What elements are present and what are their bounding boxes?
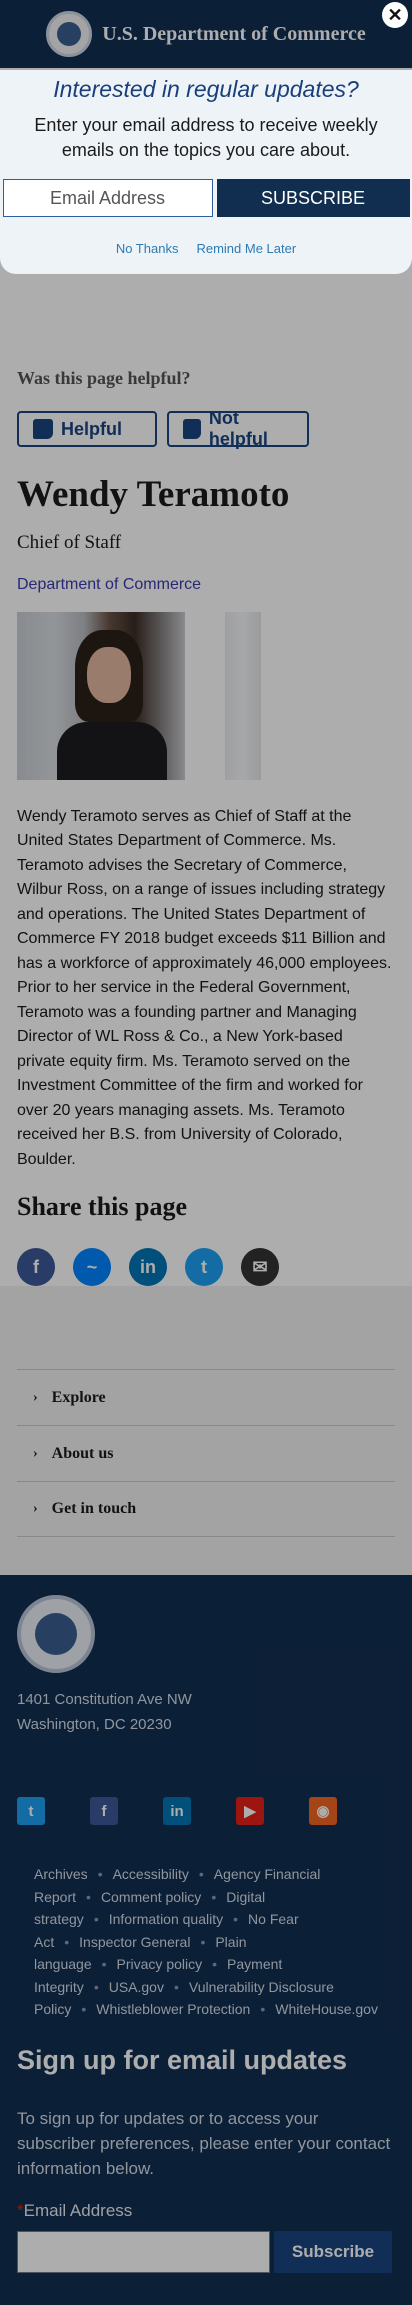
modal-form: Email Address SUBSCRIBE <box>0 179 412 217</box>
modal-links: No Thanks Remind Me Later <box>0 241 412 256</box>
modal-backdrop[interactable] <box>0 0 412 2305</box>
email-signup-modal: ✕ Interested in regular updates? Enter y… <box>0 2 412 274</box>
close-icon[interactable]: ✕ <box>382 2 408 28</box>
modal-subscribe-button[interactable]: SUBSCRIBE <box>216 179 410 217</box>
modal-description: Enter your email address to receive week… <box>34 115 378 160</box>
no-thanks-link[interactable]: No Thanks <box>116 241 179 256</box>
remind-later-link[interactable]: Remind Me Later <box>196 241 296 256</box>
modal-email-input[interactable]: Email Address <box>2 179 213 217</box>
modal-title: Interested in regular updates? <box>53 76 359 102</box>
